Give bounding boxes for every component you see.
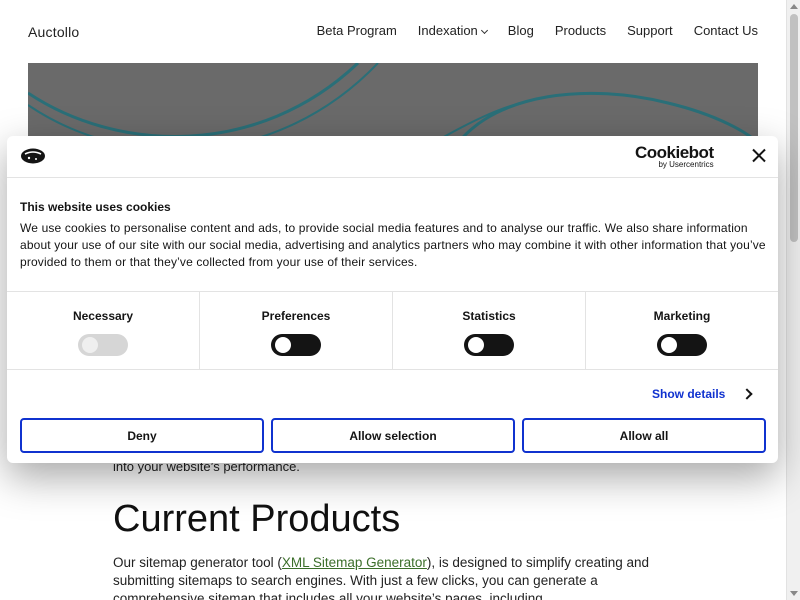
cookiebot-logo: Cookiebot by Usercentrics	[635, 144, 714, 169]
consent-necessary: Necessary	[7, 292, 200, 369]
toggle-knob	[661, 337, 677, 353]
cookiebot-byline: by Usercentrics	[658, 160, 714, 169]
nav-item-support[interactable]: Support	[627, 23, 673, 38]
main-nav: Beta Program Indexation Blog Products Su…	[317, 23, 758, 38]
consent-label: Necessary	[72, 309, 134, 323]
allow-all-button[interactable]: Allow all	[522, 418, 766, 453]
consent-buttons: Deny Allow selection Allow all	[20, 418, 766, 453]
consent-preferences: Preferences	[200, 292, 393, 369]
nav-item-beta-program[interactable]: Beta Program	[317, 23, 397, 38]
nav-item-indexation[interactable]: Indexation	[417, 23, 488, 38]
consent-label: Preferences	[261, 309, 331, 323]
nav-item-contact-us[interactable]: Contact Us	[694, 23, 758, 38]
xml-sitemap-generator-link[interactable]: XML Sitemap Generator	[282, 555, 427, 570]
hero-decoration	[28, 63, 758, 143]
section-title: Current Products	[113, 498, 401, 540]
toggle-knob	[275, 337, 291, 353]
consent-label: Statistics	[462, 309, 516, 323]
site-logo[interactable]: Auctollo	[28, 24, 79, 40]
statistics-toggle[interactable]	[464, 334, 514, 356]
products-paragraph: Our sitemap generator tool (XML Sitemap …	[113, 554, 673, 600]
consent-label: Marketing	[653, 309, 711, 323]
dialog-header: Cookiebot by Usercentrics	[7, 136, 778, 178]
consent-categories: Necessary Preferences Statistics Marketi…	[7, 291, 778, 370]
hero-banner	[28, 63, 758, 143]
chevron-down-icon	[480, 26, 488, 35]
page-scrollbar[interactable]	[786, 0, 800, 600]
dialog-title: This website uses cookies	[20, 200, 171, 214]
cookie-icon	[21, 148, 45, 164]
nav-item-blog[interactable]: Blog	[508, 23, 534, 38]
toggle-knob	[468, 337, 484, 353]
chevron-right-icon[interactable]	[741, 388, 753, 400]
preferences-toggle[interactable]	[271, 334, 321, 356]
consent-marketing: Marketing	[586, 292, 778, 369]
show-details-link[interactable]: Show details	[652, 387, 725, 401]
main-content: into your website’s performance. Current…	[113, 458, 673, 600]
site-header: Auctollo Beta Program Indexation Blog Pr…	[0, 0, 786, 63]
consent-statistics: Statistics	[393, 292, 586, 369]
scrollbar-thumb[interactable]	[790, 14, 798, 242]
dialog-description: We use cookies to personalise content an…	[20, 221, 766, 269]
scroll-up-arrow-icon[interactable]	[790, 4, 798, 9]
close-icon[interactable]	[751, 148, 767, 164]
nav-item-products[interactable]: Products	[555, 23, 606, 38]
cookie-consent-dialog: Cookiebot by Usercentrics This website u…	[7, 136, 778, 463]
deny-button[interactable]: Deny	[20, 418, 264, 453]
toggle-knob	[82, 337, 98, 353]
paragraph-text: Our sitemap generator tool (	[113, 555, 282, 570]
necessary-toggle	[78, 334, 128, 356]
nav-item-label: Indexation	[417, 23, 478, 38]
scroll-down-arrow-icon[interactable]	[790, 591, 798, 596]
allow-selection-button[interactable]: Allow selection	[271, 418, 515, 453]
marketing-toggle[interactable]	[657, 334, 707, 356]
